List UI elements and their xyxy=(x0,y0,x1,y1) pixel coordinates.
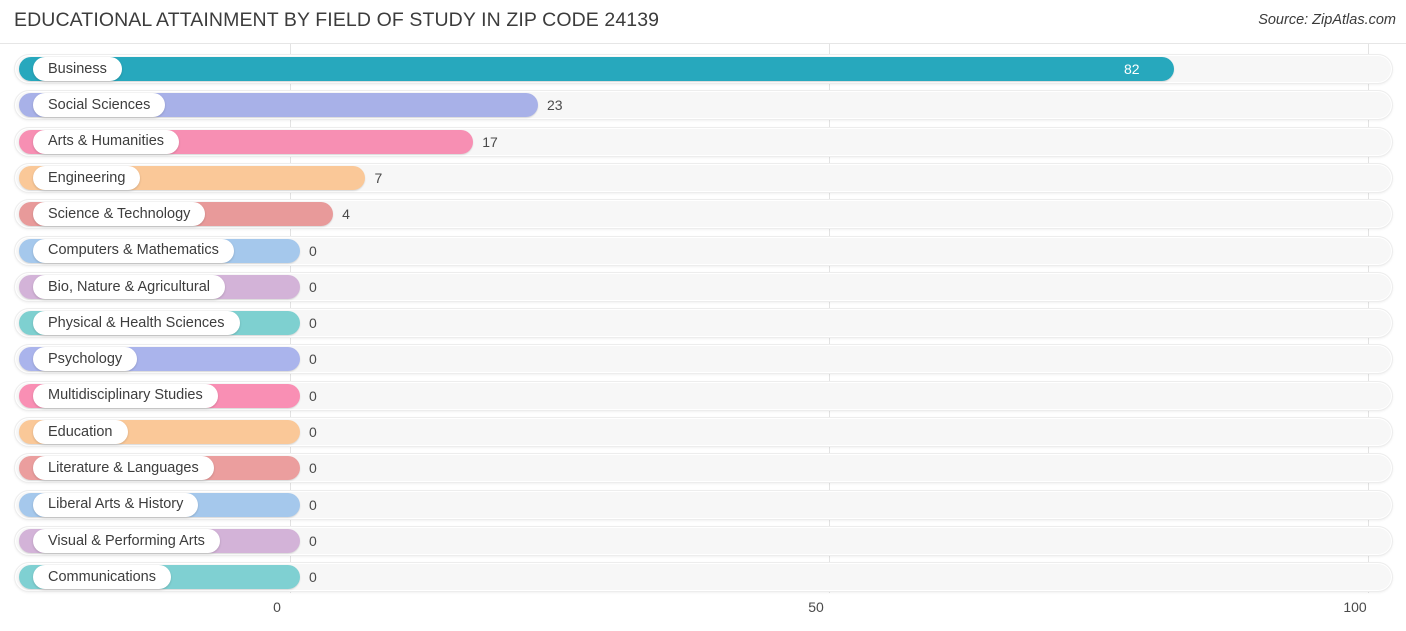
bar-row: Computers & Mathematics 0 xyxy=(14,235,1393,266)
bar-value-label: 4 xyxy=(342,206,350,223)
bar-category-label: Business xyxy=(33,57,122,81)
bar-value-label: 0 xyxy=(309,315,317,332)
bar-value-label: 0 xyxy=(309,278,317,295)
bar-category-label: Bio, Nature & Agricultural xyxy=(33,274,225,299)
x-axis: 0 50 100 xyxy=(0,593,1406,631)
bar-row: Education 0 xyxy=(14,417,1393,447)
category-label-text: Engineering xyxy=(48,169,126,186)
bar-category-label: Visual & Performing Arts xyxy=(33,528,220,553)
x-axis-tick-label: 0 xyxy=(273,599,281,615)
bar[interactable] xyxy=(19,57,1174,81)
bar-row: Visual & Performing Arts 0 xyxy=(14,525,1393,556)
bar-category-label: Literature & Languages xyxy=(33,456,214,481)
bar-value-label: 0 xyxy=(309,460,317,477)
bar-row: Liberal Arts & History 0 xyxy=(14,489,1393,520)
category-label-text: Liberal Arts & History xyxy=(48,496,184,513)
bar-value-label: 0 xyxy=(309,569,317,586)
bar-value-label: 7 xyxy=(374,169,383,186)
bar-row: Communications 0 xyxy=(14,562,1393,593)
category-label-text: Literature & Languages xyxy=(48,460,199,477)
bar-row: Science & Technology 4 xyxy=(14,199,1393,230)
bar-category-label: Science & Technology xyxy=(33,202,206,227)
bar-category-label: Multidisciplinary Studies xyxy=(33,383,218,408)
category-label-text: Communications xyxy=(48,568,156,585)
bar-category-label: Physical & Health Sciences xyxy=(33,311,240,336)
bar-category-label: Social Sciences xyxy=(33,93,166,118)
chart-plot-area: Business 82 Social Sciences 23 Arts & Humani… xyxy=(0,44,1406,593)
category-label-text: Bio, Nature & Agricultural xyxy=(48,278,210,295)
bar-row: Literature & Languages 0 xyxy=(14,453,1393,484)
category-label-text: Business xyxy=(48,60,107,77)
bar-row: Multidisciplinary Studies 0 xyxy=(14,380,1393,411)
bar-category-label: Computers & Mathematics xyxy=(33,238,234,263)
x-axis-tick-label: 100 xyxy=(1343,599,1367,615)
bar-row: Arts & Humanities 17 xyxy=(14,126,1393,157)
bar-category-label: Communications xyxy=(33,565,171,590)
category-label-text: Physical & Health Sciences xyxy=(48,314,225,331)
category-label-text: Multidisciplinary Studies xyxy=(48,387,203,404)
bar-category-label: Education xyxy=(33,420,128,444)
bar-row: Psychology 0 xyxy=(14,344,1393,375)
bar-value-label: 23 xyxy=(546,97,563,114)
bar-value-label: 0 xyxy=(309,387,317,404)
category-label-text: Science & Technology xyxy=(48,205,191,222)
bar-value-label: 0 xyxy=(309,532,317,549)
bar-value-label: 0 xyxy=(309,242,317,259)
bar-row: Physical & Health Sciences 0 xyxy=(14,308,1393,339)
bar-value-label: 0 xyxy=(309,351,317,368)
bar-row: Social Sciences 23 xyxy=(14,90,1393,121)
bar-rows: Business 82 Social Sciences 23 Arts & Humani… xyxy=(0,44,1406,593)
category-label-text: Education xyxy=(48,423,113,440)
bar-category-label: Engineering xyxy=(33,165,141,190)
bar-category-label: Psychology xyxy=(33,347,138,372)
page-title: EDUCATIONAL ATTAINMENT BY FIELD OF STUDY… xyxy=(14,9,660,31)
bar-category-label: Arts & Humanities xyxy=(33,129,180,154)
bar-row: Business 82 xyxy=(14,54,1393,84)
bar-category-label: Liberal Arts & History xyxy=(33,492,199,517)
bar-row: Engineering 7 xyxy=(14,162,1393,193)
bar-value-label: 82 xyxy=(1123,61,1140,77)
source-attribution: Source: ZipAtlas.com xyxy=(1258,12,1396,28)
category-label-text: Psychology xyxy=(48,351,123,368)
bar-value-label: 0 xyxy=(309,424,317,440)
chart-header: EDUCATIONAL ATTAINMENT BY FIELD OF STUDY… xyxy=(0,0,1406,44)
bar-value-label: 17 xyxy=(482,133,498,150)
bar-row: Bio, Nature & Agricultural 0 xyxy=(14,271,1393,302)
category-label-text: Arts & Humanities xyxy=(48,133,165,150)
category-label-text: Visual & Performing Arts xyxy=(48,532,205,549)
x-axis-tick-label: 50 xyxy=(808,599,824,615)
category-label-text: Social Sciences xyxy=(48,97,151,114)
category-label-text: Computers & Mathematics xyxy=(48,242,219,259)
bar-value-label: 0 xyxy=(309,496,317,513)
